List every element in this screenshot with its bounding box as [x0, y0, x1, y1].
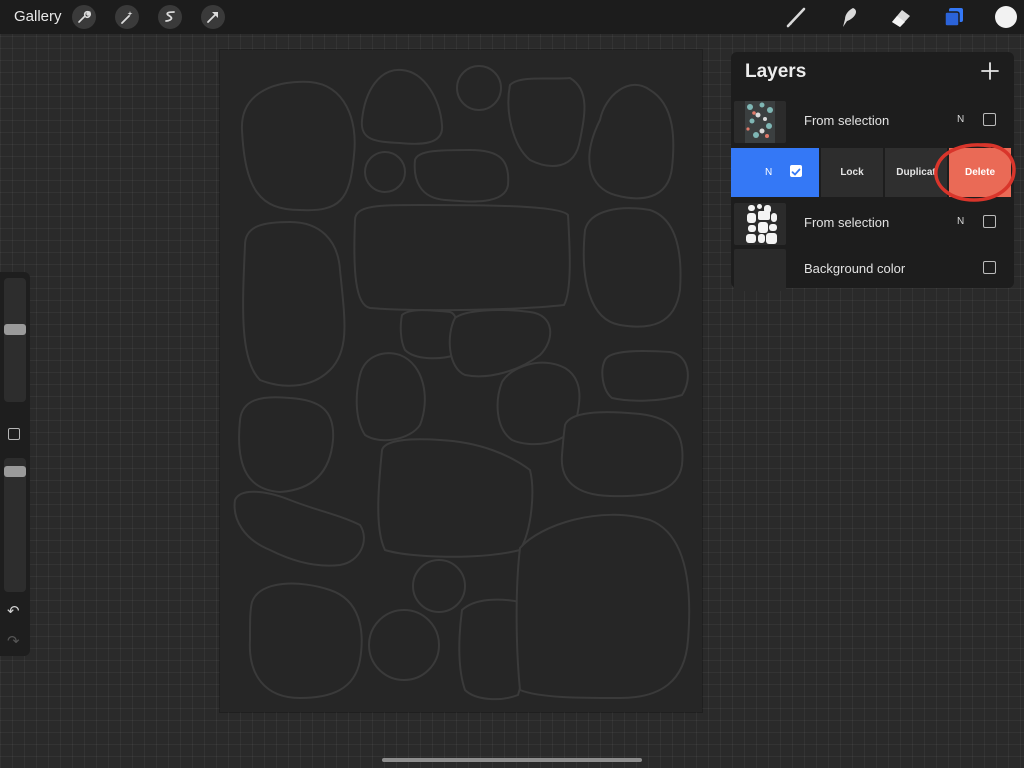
magic-wand-icon[interactable] — [115, 5, 139, 29]
blend-mode-label[interactable]: N — [957, 216, 964, 227]
layer-name: From selection — [804, 113, 890, 128]
blend-mode-label[interactable]: N — [957, 114, 964, 125]
opacity-slider[interactable] — [4, 458, 26, 592]
brush-size-slider[interactable] — [4, 278, 26, 402]
lock-layer-button[interactable]: Lock — [821, 148, 883, 197]
wrench-icon[interactable] — [72, 5, 96, 29]
sticker-shapes-art — [233, 65, 691, 701]
top-toolbar: Gallery — [0, 0, 1024, 34]
layer-name: Background color — [804, 261, 906, 276]
opacity-handle[interactable] — [4, 466, 26, 477]
layer-name: From selection — [804, 215, 890, 230]
eraser-icon[interactable] — [888, 4, 914, 30]
left-sidebar: ↶ ↷ — [0, 272, 30, 656]
layer-thumbnail — [734, 203, 786, 245]
gallery-button[interactable]: Gallery — [14, 8, 62, 25]
undo-icon[interactable]: ↶ — [7, 602, 20, 620]
visibility-checkbox[interactable] — [983, 113, 996, 126]
visibility-checkbox-checked[interactable] — [790, 165, 802, 177]
transform-arrow-icon[interactable] — [201, 5, 225, 29]
visibility-checkbox[interactable] — [983, 261, 996, 274]
layer-row-background-color[interactable]: Background color — [731, 246, 1014, 294]
highlight-circle-annotation — [934, 143, 1016, 202]
selection-icon[interactable] — [158, 5, 182, 29]
selected-layer[interactable]: N — [731, 148, 819, 197]
visibility-checkbox[interactable] — [983, 215, 996, 228]
layers-title: Layers — [745, 61, 807, 82]
layers-icon[interactable] — [941, 4, 967, 30]
brush-size-handle[interactable] — [4, 324, 26, 335]
redo-icon[interactable]: ↷ — [7, 632, 20, 650]
add-layer-plus-icon[interactable] — [979, 60, 1001, 82]
drawing-canvas[interactable] — [220, 50, 702, 712]
layer-thumbnail — [734, 101, 786, 143]
home-indicator[interactable] — [382, 758, 642, 762]
smudge-icon[interactable] — [836, 4, 862, 30]
layer-thumbnail — [734, 249, 786, 291]
brush-icon[interactable] — [784, 4, 810, 30]
blend-mode-label[interactable]: N — [765, 167, 772, 178]
check-icon — [791, 168, 801, 176]
modify-button-square-icon[interactable] — [8, 428, 20, 440]
color-picker-swatch[interactable] — [995, 6, 1017, 28]
